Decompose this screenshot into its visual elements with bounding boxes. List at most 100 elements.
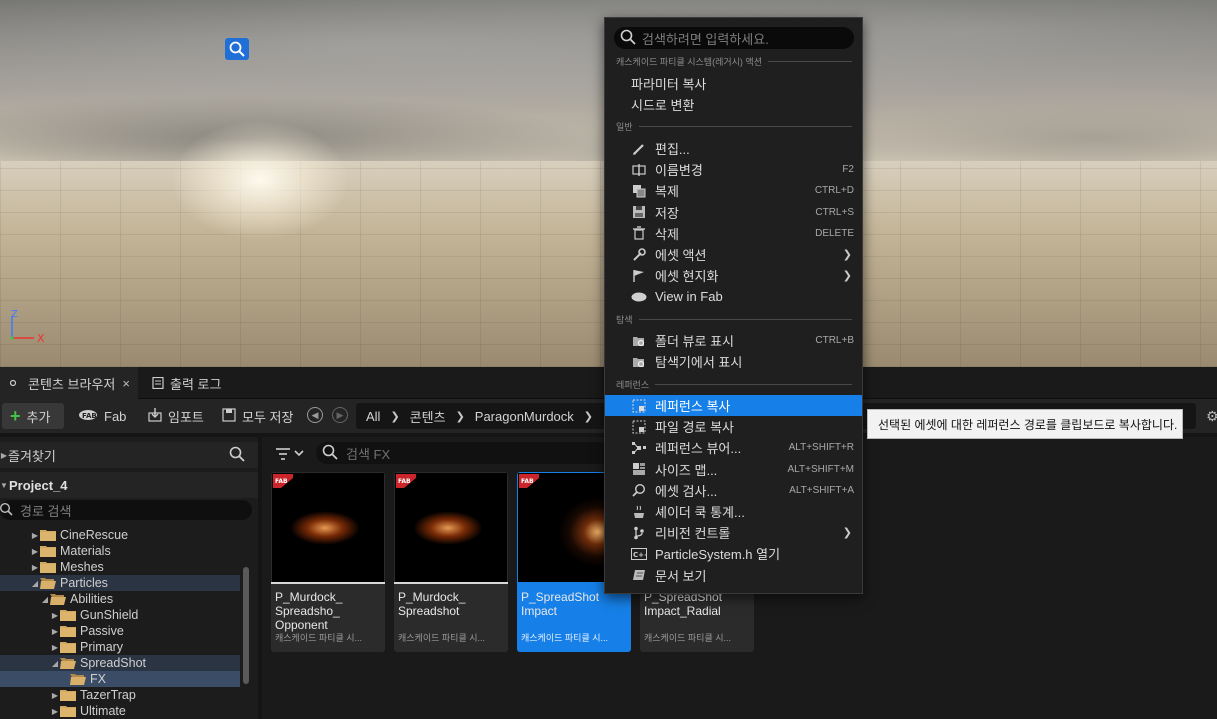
collapsed-arrow-icon[interactable]: ▶	[50, 611, 60, 620]
folder-icon	[40, 529, 56, 541]
tree-item-abilities[interactable]: ◢ Abilities	[0, 591, 240, 607]
revision-control-icon	[631, 525, 647, 541]
plus-icon: +	[10, 406, 21, 426]
menu-item-docs[interactable]: 문서 보기	[605, 565, 862, 586]
chevron-right-icon[interactable]: ❯	[456, 410, 465, 423]
menu-item-trash[interactable]: 삭제 DELETE	[605, 223, 862, 244]
collapsed-arrow-icon[interactable]: ▶	[50, 691, 60, 700]
asset-tile[interactable]: FAB P_Murdock_ Spreadshot 캐스케이드 파티클 시...	[394, 472, 508, 652]
collapsed-arrow-icon[interactable]: ▶	[50, 643, 60, 652]
save-all-button[interactable]: 모두 저장	[214, 403, 301, 429]
menu-item-revision-control[interactable]: 리비전 컨트롤 ❯	[605, 522, 862, 543]
tree-item-materials[interactable]: ▶ Materials	[0, 543, 240, 559]
expanded-arrow-icon[interactable]: ◢	[40, 595, 50, 604]
menu-item-audit[interactable]: 에셋 검사... ALT+SHIFT+A	[605, 480, 862, 501]
menu-item-copy-reference[interactable]: 레퍼런스 복사	[605, 395, 862, 416]
folder-icon	[40, 561, 56, 573]
menu-item-rename[interactable]: 이름변경 F2	[605, 159, 862, 180]
forward-arrow-icon[interactable]: ▶	[332, 407, 348, 423]
import-button[interactable]: 임포트	[140, 403, 212, 429]
expanded-arrow-icon[interactable]: ◢	[30, 579, 40, 588]
tree-item-gunshield[interactable]: ▶ GunShield	[0, 607, 240, 623]
tree-item-label: SpreadShot	[80, 656, 147, 670]
collapsed-arrow-icon[interactable]: ▶	[30, 563, 40, 572]
rename-icon	[631, 162, 647, 178]
tree-item-label: Materials	[60, 544, 111, 558]
fab-badge-icon: FAB	[273, 474, 293, 488]
tree-item-tazertrap[interactable]: ▶ TazerTrap	[0, 687, 240, 703]
project-header[interactable]: ▼ Project_4	[0, 472, 258, 498]
expanded-arrow-icon[interactable]: ◢	[50, 659, 60, 668]
tree-item-label: Primary	[80, 640, 124, 654]
collapsed-arrow-icon[interactable]: ▶	[30, 531, 40, 540]
menu-item-reference-viewer[interactable]: 레퍼런스 뷰어... ALT+SHIFT+R	[605, 437, 862, 458]
tree-item-label: FX	[90, 672, 106, 686]
fab-button[interactable]: FAB Fab	[70, 403, 134, 429]
expand-arrow-icon: ▼	[0, 480, 8, 490]
tree-item-primary[interactable]: ▶ Primary	[0, 639, 240, 655]
menu-item-size-map[interactable]: 사이즈 맵... ALT+SHIFT+M	[605, 459, 862, 480]
collapsed-arrow-icon[interactable]: ▶	[50, 627, 60, 636]
tree-item-label: Meshes	[60, 560, 104, 574]
breadcrumb-content[interactable]: 콘텐츠	[410, 407, 446, 426]
tree-item-spreadshot[interactable]: ◢ SpreadShot	[0, 655, 240, 671]
menu-item-flag[interactable]: 에셋 현지화 ❯	[605, 265, 862, 286]
menu-item-shader[interactable]: 셰이더 쿡 통계...	[605, 501, 862, 522]
menu-item-copy-parameters[interactable]: 파라미터 복사	[605, 73, 862, 94]
path-search-input[interactable]: 경로 검색	[0, 500, 252, 520]
tree-item-meshes[interactable]: ▶ Meshes	[0, 559, 240, 575]
tree-scrollbar[interactable]	[243, 567, 249, 684]
menu-item-label: 에셋 현지화	[655, 269, 719, 285]
back-arrow-icon[interactable]: ◀	[307, 407, 323, 423]
fab-button-label: Fab	[104, 408, 127, 424]
menu-item-label: 리비전 컨트롤	[655, 526, 731, 542]
breadcrumb-all[interactable]: All	[366, 409, 380, 424]
menu-item-save[interactable]: 저장 CTRL+S	[605, 202, 862, 223]
menu-item-label: 탐색기에서 표시	[655, 355, 743, 371]
menu-item-shortcut: CTRL+D	[814, 185, 854, 197]
tree-item-fx[interactable]: FX	[0, 671, 240, 687]
favorites-header[interactable]: ▶ 즐겨찾기	[0, 442, 258, 468]
flag-icon	[631, 268, 647, 284]
breadcrumb-paragonmurdock[interactable]: ParagonMurdock	[475, 409, 574, 424]
menu-search-input[interactable]: 검색하려면 입력하세요.	[614, 27, 854, 49]
tab-content-browser[interactable]: 콘텐츠 브라우저 ×	[0, 367, 138, 399]
close-tab-icon[interactable]: ×	[122, 376, 130, 391]
menu-item-explorer[interactable]: 탐색기에서 표시	[605, 351, 862, 372]
chevron-right-icon[interactable]: ❯	[390, 410, 399, 423]
tree-item-cinerescue[interactable]: ▶ CineRescue	[0, 527, 240, 543]
project-search-button[interactable]	[225, 38, 249, 60]
save-all-icon	[222, 407, 236, 425]
tree-item-particles[interactable]: ◢ Particles	[0, 575, 240, 591]
menu-item-copy-path[interactable]: 파일 경로 복사	[605, 416, 862, 437]
open-folder-icon	[40, 577, 56, 589]
collapsed-arrow-icon[interactable]: ▶	[50, 707, 60, 716]
breadcrumb: All ❯ 콘텐츠 ❯ ParagonMurdock ❯	[356, 403, 612, 429]
search-icon[interactable]	[229, 446, 245, 465]
tree-item-passive[interactable]: ▶ Passive	[0, 623, 240, 639]
tree-item-ultimate[interactable]: ▶ Ultimate	[0, 703, 240, 719]
fx-search-input[interactable]: 검색 FX	[316, 442, 612, 464]
menu-item-pencil[interactable]: 편집...	[605, 138, 862, 159]
collapsed-arrow-icon[interactable]: ▶	[30, 547, 40, 556]
menu-item-fab[interactable]: View in Fab	[605, 286, 862, 307]
filter-icon[interactable]	[275, 446, 309, 462]
asset-tile[interactable]: FAB P_Murdock_ Spreadsho_ Opponent 캐스케이드…	[271, 472, 385, 652]
menu-item-folder-search[interactable]: 폴더 뷰로 표시 CTRL+B	[605, 330, 862, 351]
chevron-right-icon[interactable]: ❯	[584, 410, 593, 423]
search-icon	[322, 444, 338, 463]
menu-item-convert-to-seed[interactable]: 시드로 변환	[605, 94, 862, 115]
svg-text:FAB: FAB	[521, 478, 534, 485]
menu-search-placeholder: 검색하려면 입력하세요.	[642, 31, 769, 47]
add-button[interactable]: + 추가	[2, 403, 64, 429]
settings-gear-icon[interactable]: ⚙	[1206, 408, 1217, 424]
folder-icon	[60, 705, 76, 717]
chevron-right-icon: ❯	[842, 249, 852, 261]
collapse-arrow-icon: ▶	[0, 450, 8, 460]
menu-item-duplicate[interactable]: 복제 CTRL+D	[605, 180, 862, 201]
menu-item-cpp[interactable]: C++ ParticleSystem.h 열기	[605, 543, 862, 564]
section-general: 일반	[616, 120, 852, 132]
tab-output-log[interactable]: 출력 로그	[146, 367, 221, 399]
menu-item-wrench[interactable]: 에셋 액션 ❯	[605, 244, 862, 265]
svg-text:C++: C++	[633, 551, 647, 559]
